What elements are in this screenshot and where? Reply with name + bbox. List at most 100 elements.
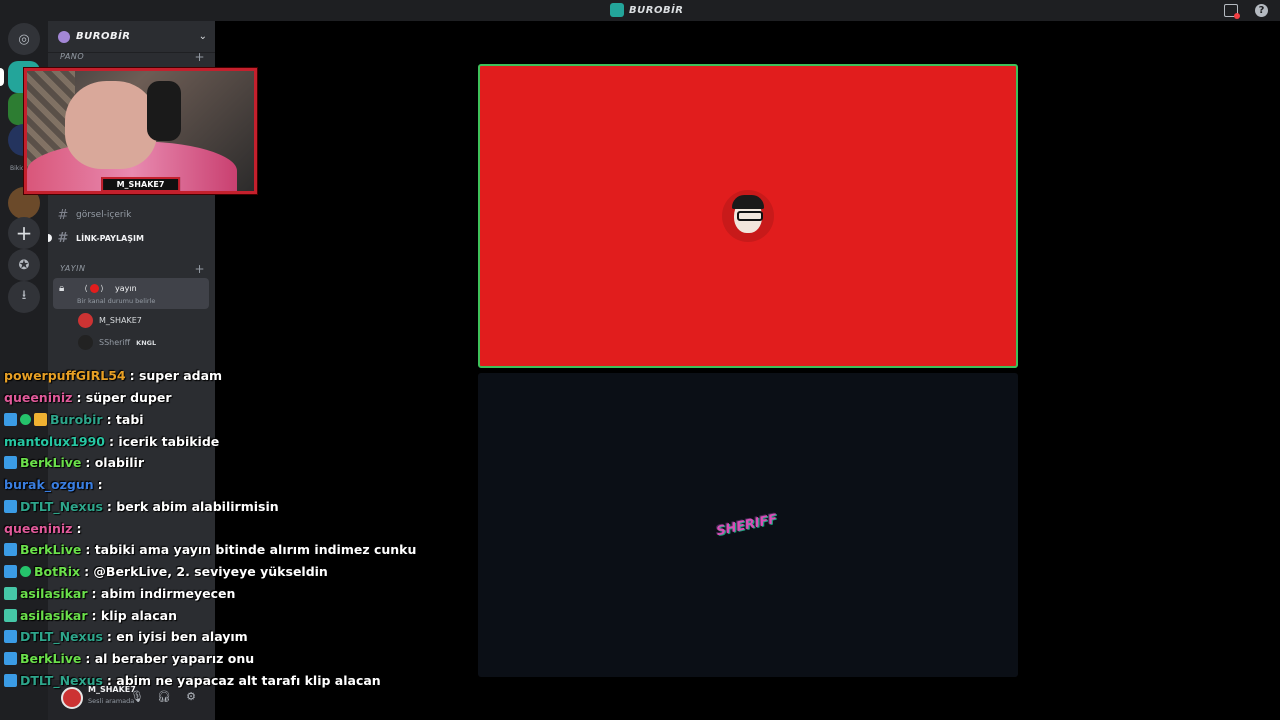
- chat-message: DTLT_Nexus: abim ne yapacaz alt tarafı k…: [0, 670, 420, 692]
- server-name: BUROBİR: [76, 31, 131, 42]
- grid-badge-icon: [4, 608, 17, 622]
- chat-username: BerkLive: [20, 455, 82, 471]
- blue-badge-icon: [4, 499, 17, 513]
- webcam-name-plate: M_SHAKE7: [100, 177, 181, 191]
- add-channel-icon[interactable]: +: [194, 50, 205, 64]
- chat-username: DTLT_Nexus: [20, 672, 103, 688]
- category-pano[interactable]: PANO +: [60, 50, 205, 64]
- chat-text: : berk abim alabilirmisin: [106, 498, 279, 514]
- chat-text: : tabiki ama yayın bitinde alırım indime…: [85, 542, 417, 558]
- voice-channel-yayin[interactable]: 🔒︎ ⟨ ⟩ yayın Bir kanal durumu belirle: [53, 278, 209, 309]
- chat-username: burak_ozgun: [4, 477, 94, 493]
- voice-channel-name: yayın: [115, 284, 137, 293]
- download-icon[interactable]: ⭳: [8, 281, 40, 313]
- add-channel-icon[interactable]: +: [194, 262, 205, 276]
- add-server-icon[interactable]: +: [8, 217, 40, 249]
- channel-link[interactable]: # LİNK-PAYLAŞIM: [48, 228, 209, 248]
- check-badge-icon: [20, 566, 31, 578]
- blue-badge-icon: [4, 456, 17, 470]
- explore-icon[interactable]: ✪: [8, 249, 40, 281]
- chat-message: queeniniz: süper duper: [0, 387, 420, 409]
- chat-message: Burobir: tabi: [0, 409, 420, 431]
- blue-badge-icon: [4, 412, 17, 426]
- chat-text: :: [76, 520, 82, 536]
- grid-badge-icon: [4, 586, 17, 600]
- server-icon: [610, 3, 624, 17]
- chevron-down-icon: ⌄: [198, 31, 207, 42]
- webcam-overlay: M_SHAKE7: [24, 68, 257, 194]
- lock-icon: 🔒︎: [59, 283, 65, 294]
- chat-message: DTLT_Nexus: en iyisi ben alayım: [0, 626, 420, 648]
- help-icon[interactable]: ?: [1255, 4, 1268, 17]
- hash-icon: #: [57, 230, 69, 246]
- chat-username: BerkLive: [20, 542, 82, 558]
- selected-indicator: [0, 68, 4, 86]
- blue-badge-icon: [4, 543, 17, 557]
- chat-username: asilasikar: [20, 585, 88, 601]
- chat-message: asilasikar: abim indirmeyecen: [0, 583, 420, 605]
- blue-badge-icon: [4, 565, 17, 579]
- chat-text: : süper duper: [76, 390, 172, 406]
- blue-badge-icon: [4, 652, 17, 666]
- streamer-face: [65, 81, 157, 169]
- title-bar: BUROBİR ?: [0, 0, 1280, 21]
- logo-text: SHERIFF: [715, 511, 779, 539]
- blue-badge-icon: [4, 630, 17, 644]
- stream-tile-speaking[interactable]: [478, 64, 1018, 368]
- chat-text: : abim ne yapacaz alt tarafı klip alacan: [106, 672, 381, 688]
- chat-message: burak_ozgun:: [0, 474, 420, 496]
- chat-username: DTLT_Nexus: [20, 629, 103, 645]
- discord-home-icon[interactable]: ◎: [8, 23, 40, 55]
- chat-text: : en iyisi ben alayım: [106, 629, 248, 645]
- chat-text: : abim indirmeyecen: [91, 585, 236, 601]
- chat-message: mantolux1990: icerik tabikide: [0, 430, 420, 452]
- chat-message: asilasikar: klip alacan: [0, 604, 420, 626]
- voice-member[interactable]: M_SHAKE7: [78, 313, 142, 328]
- chat-text: : klip alacan: [91, 607, 177, 623]
- channel-label: LİNK-PAYLAŞIM: [76, 233, 144, 243]
- voice-member-name: M_SHAKE7: [99, 316, 142, 325]
- chat-text: : tabi: [106, 411, 144, 427]
- chat-message: BerkLive: al beraber yaparız onu: [0, 648, 420, 670]
- chat-username: BotRix: [34, 564, 81, 580]
- category-label: YAYIN: [60, 264, 86, 273]
- microphone-icon[interactable]: 🎙︎: [130, 690, 144, 703]
- avatar: [722, 190, 774, 242]
- channel-gorsel[interactable]: # görsel-içerik: [54, 205, 209, 225]
- voice-member[interactable]: SSheriff KNGL: [78, 335, 156, 350]
- window-title: BUROBİR: [629, 4, 684, 16]
- unread-indicator: [48, 234, 52, 242]
- server-header[interactable]: BUROBİR ⌄: [48, 21, 215, 53]
- chat-username: DTLT_Nexus: [20, 498, 103, 514]
- chat-message: queeniniz:: [0, 517, 420, 539]
- chat-message: powerpuffGIRL54: super adam: [0, 365, 420, 387]
- stream-tile[interactable]: SHERIFF: [478, 373, 1018, 677]
- chat-username: powerpuffGIRL54: [4, 368, 126, 384]
- sheriff-logo: SHERIFF: [715, 501, 779, 549]
- headphones-icon[interactable]: 🎧︎: [157, 690, 171, 703]
- chat-text: : @BerkLive, 2. seviyeye yükseldin: [84, 564, 328, 580]
- chat-text: : super adam: [129, 368, 223, 384]
- chat-message: BerkLive: olabilir: [0, 452, 420, 474]
- check-badge-icon: [20, 413, 31, 425]
- user-status: Sesli aramada: [88, 697, 135, 705]
- live-icon: ⟨ ⟩: [84, 284, 104, 293]
- crown-badge-icon: [34, 412, 47, 426]
- hash-icon: #: [57, 207, 69, 223]
- chat-message: DTLT_Nexus: berk abim alabilirmisin: [0, 496, 420, 518]
- voice-member-name: SSheriff: [99, 338, 131, 347]
- chat-message: BerkLive: tabiki ama yayın bitinde alırı…: [0, 539, 420, 561]
- chat-overlay: powerpuffGIRL54: super adam queeniniz: sü…: [0, 365, 420, 691]
- chat-message: BotRix: @BerkLive, 2. seviyeye yükseldin: [0, 561, 420, 583]
- chat-text: : icerik tabikide: [108, 433, 220, 449]
- avatar: [78, 335, 93, 350]
- category-yayin[interactable]: YAYIN +: [60, 262, 205, 276]
- chat-text: :: [97, 477, 103, 493]
- headset: [147, 81, 181, 141]
- title-server: BUROBİR: [610, 3, 684, 17]
- avatar: [78, 313, 93, 328]
- chat-username: asilasikar: [20, 607, 88, 623]
- channel-status-hint[interactable]: Bir kanal durumu belirle: [77, 297, 155, 305]
- gear-icon[interactable]: ⚙: [184, 690, 198, 703]
- inbox-icon[interactable]: [1224, 4, 1240, 19]
